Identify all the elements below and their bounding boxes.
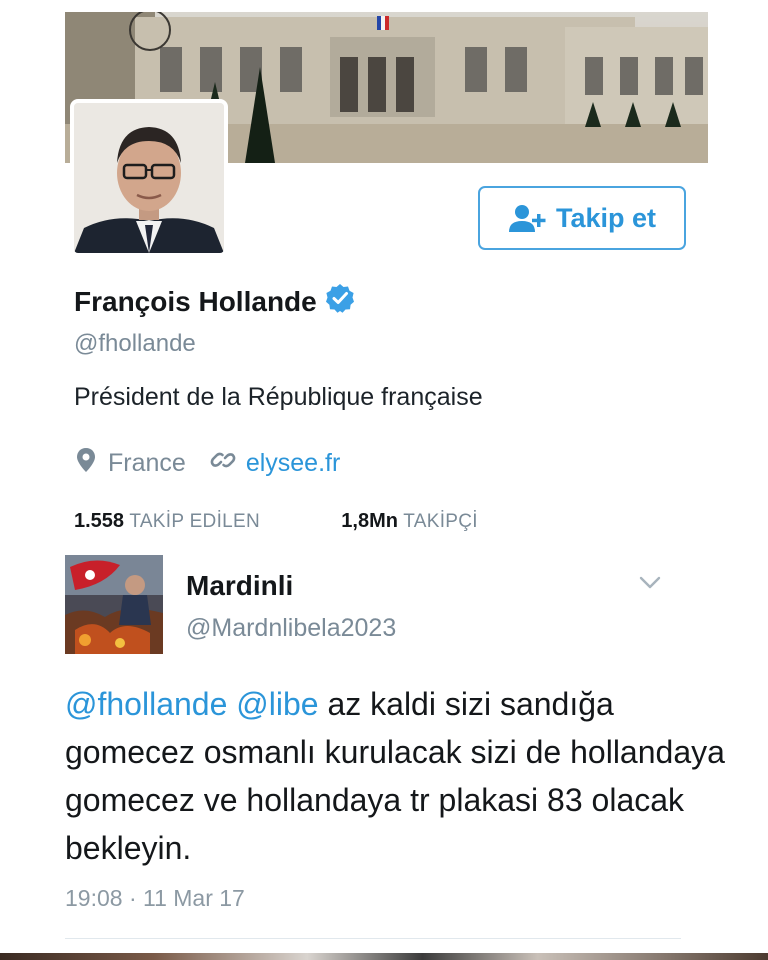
followers-stat[interactable]: 1,8Mn TAKİPÇİ: [341, 510, 478, 532]
tweet-author-name[interactable]: Mardinli: [186, 570, 293, 602]
profile-avatar[interactable]: [70, 99, 228, 257]
profile-handle[interactable]: @fhollande: [74, 330, 196, 358]
tweet-text: @fhollande @libe az kaldi sizi sandığa g…: [65, 680, 725, 872]
follow-button[interactable]: Takip et: [478, 186, 686, 250]
add-user-icon: [508, 203, 548, 233]
link-icon: [210, 447, 236, 480]
tweet-author-handle[interactable]: @Mardnlibela2023: [186, 614, 396, 643]
tweet-mention[interactable]: @libe: [236, 686, 318, 722]
location-pin-icon: [76, 447, 96, 480]
profile-name-row: François Hollande: [74, 283, 355, 320]
profile-location: France: [108, 449, 186, 477]
chevron-down-icon[interactable]: [638, 572, 662, 597]
verified-badge-icon: [325, 283, 355, 320]
following-label: TAKİP EDİLEN: [129, 511, 261, 532]
following-count: 1.558: [74, 510, 125, 532]
profile-website-link[interactable]: elysee.fr: [246, 449, 340, 478]
divider: [65, 938, 681, 939]
profile-stats: 1.558 TAKİP EDİLEN 1,8Mn TAKİPÇİ: [74, 510, 478, 533]
tweet-timestamp[interactable]: 19:08 · 11 Mar 17: [65, 885, 245, 912]
follow-button-label: Takip et: [555, 202, 657, 233]
following-stat[interactable]: 1.558 TAKİP EDİLEN: [74, 510, 265, 532]
profile-meta: France elysee.fr: [76, 447, 340, 480]
next-item-strip: [0, 953, 768, 960]
profile-name: François Hollande: [74, 285, 317, 317]
profile-bio: Président de la République française: [74, 383, 483, 411]
followers-label: TAKİPÇİ: [403, 511, 478, 532]
tweet-mention[interactable]: @fhollande: [65, 686, 227, 722]
tweet-author-avatar[interactable]: [65, 555, 163, 654]
followers-count: 1,8Mn: [341, 510, 398, 532]
